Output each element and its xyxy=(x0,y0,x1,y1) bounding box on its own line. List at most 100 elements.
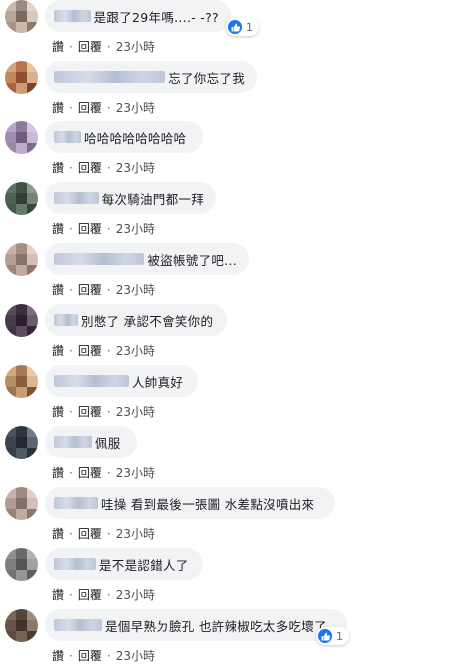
separator-dot: · xyxy=(69,40,73,54)
like-link[interactable]: 讚 xyxy=(52,649,64,663)
commenter-avatar[interactable] xyxy=(5,243,38,276)
separator-dot: · xyxy=(106,222,111,236)
like-link[interactable]: 讚 xyxy=(52,222,64,236)
commenter-avatar[interactable] xyxy=(5,426,38,459)
reply-link[interactable]: 回覆 xyxy=(78,161,102,175)
commenter-name-blurred[interactable] xyxy=(54,558,96,570)
commenter-name-blurred[interactable] xyxy=(54,619,102,631)
comment-actions: 讚 · 回覆 · 23小時 xyxy=(52,38,155,55)
comment-bubble: 別憋了 承認不會笑你的 xyxy=(45,304,227,336)
commenter-avatar[interactable] xyxy=(5,304,38,337)
commenter-avatar[interactable] xyxy=(5,121,38,154)
reply-link[interactable]: 回覆 xyxy=(78,649,102,663)
comment-item: 是跟了29年嗎....- -?? 1 讚 · 回覆 · 23小時 xyxy=(0,0,475,61)
comment-bubble: 每次騎油門都一拜 xyxy=(45,182,216,214)
separator-dot: · xyxy=(69,101,73,115)
reply-link[interactable]: 回覆 xyxy=(78,405,102,419)
reply-link[interactable]: 回覆 xyxy=(78,466,102,480)
comment-text: 人帥真好 xyxy=(132,374,184,390)
comment-actions: 讚 · 回覆 · 23小時 xyxy=(52,220,155,237)
reply-link[interactable]: 回覆 xyxy=(78,588,102,602)
reply-link[interactable]: 回覆 xyxy=(78,40,102,54)
separator-dot: · xyxy=(106,649,111,663)
commenter-avatar[interactable] xyxy=(5,0,38,33)
commenter-avatar[interactable] xyxy=(5,61,38,94)
comment-timestamp[interactable]: 23小時 xyxy=(116,40,155,54)
comment-actions: 讚 · 回覆 · 23小時 xyxy=(52,281,155,298)
comment-timestamp[interactable]: 23小時 xyxy=(116,161,155,175)
commenter-name-blurred[interactable] xyxy=(54,253,145,265)
comment-timestamp[interactable]: 23小時 xyxy=(116,222,155,236)
separator-dot: · xyxy=(106,405,111,419)
commenter-avatar[interactable] xyxy=(5,487,38,520)
comment-actions: 讚 · 回覆 · 23小時 xyxy=(52,159,155,176)
comment-item: 是個早熟ㄉ臉孔 也許辣椒吃太多吃壞了 1 讚 · 回覆 · 23小時 xyxy=(0,609,475,664)
like-icon xyxy=(228,20,242,34)
separator-dot: · xyxy=(106,161,111,175)
separator-dot: · xyxy=(106,283,111,297)
like-link[interactable]: 讚 xyxy=(52,344,64,358)
reaction-count: 1 xyxy=(246,20,253,34)
separator-dot: · xyxy=(106,466,111,480)
commenter-name-blurred[interactable] xyxy=(54,497,98,509)
like-link[interactable]: 讚 xyxy=(52,405,64,419)
reply-link[interactable]: 回覆 xyxy=(78,527,102,541)
commenter-name-blurred[interactable] xyxy=(54,192,99,204)
comment-bubble: 是跟了29年嗎....- -?? xyxy=(45,0,231,32)
reaction-badge[interactable]: 1 xyxy=(316,627,349,645)
commenter-name-blurred[interactable] xyxy=(54,71,166,83)
commenter-name-blurred[interactable] xyxy=(54,131,81,143)
comment-bubble: 是個早熟ㄉ臉孔 也許辣椒吃太多吃壞了 xyxy=(45,609,347,641)
reply-link[interactable]: 回覆 xyxy=(78,222,102,236)
comment-timestamp[interactable]: 23小時 xyxy=(116,466,155,480)
commenter-name-blurred[interactable] xyxy=(54,375,129,387)
comment-timestamp[interactable]: 23小時 xyxy=(116,283,155,297)
like-link[interactable]: 讚 xyxy=(52,588,64,602)
separator-dot: · xyxy=(69,405,73,419)
commenter-name-blurred[interactable] xyxy=(54,314,78,326)
comment-timestamp[interactable]: 23小時 xyxy=(116,405,155,419)
comment-timestamp[interactable]: 23小時 xyxy=(116,527,155,541)
commenter-avatar[interactable] xyxy=(5,548,38,581)
commenter-avatar[interactable] xyxy=(5,365,38,398)
reply-link[interactable]: 回覆 xyxy=(78,101,102,115)
like-link[interactable]: 讚 xyxy=(52,101,64,115)
comment-actions: 讚 · 回覆 · 23小時 xyxy=(52,647,155,664)
like-link[interactable]: 讚 xyxy=(52,283,64,297)
like-icon xyxy=(318,629,332,643)
separator-dot: · xyxy=(69,283,73,297)
comment-text: 是個早熟ㄉ臉孔 也許辣椒吃太多吃壞了 xyxy=(105,618,327,634)
comment-timestamp[interactable]: 23小時 xyxy=(116,588,155,602)
like-link[interactable]: 讚 xyxy=(52,466,64,480)
comment-text: 哈哈哈哈哈哈哈哈 xyxy=(84,130,187,146)
like-link[interactable]: 讚 xyxy=(52,161,64,175)
comment-text: 佩服 xyxy=(95,435,121,451)
comment-timestamp[interactable]: 23小時 xyxy=(116,649,155,663)
comment-item: 哇操 看到最後一張圖 水差點沒噴出來讚 · 回覆 · 23小時 xyxy=(0,487,475,548)
like-link[interactable]: 讚 xyxy=(52,527,64,541)
commenter-name-blurred[interactable] xyxy=(54,10,91,22)
commenter-avatar[interactable] xyxy=(5,609,38,642)
reply-link[interactable]: 回覆 xyxy=(78,283,102,297)
separator-dot: · xyxy=(106,588,111,602)
comment-actions: 讚 · 回覆 · 23小時 xyxy=(52,99,155,116)
comment-timestamp[interactable]: 23小時 xyxy=(116,344,155,358)
comment-item: 哈哈哈哈哈哈哈哈讚 · 回覆 · 23小時 xyxy=(0,121,475,182)
separator-dot: · xyxy=(106,101,111,115)
comment-bubble: 哈哈哈哈哈哈哈哈 xyxy=(45,121,203,153)
comment-bubble: 是不是認錯人了 xyxy=(45,548,203,580)
like-link[interactable]: 讚 xyxy=(52,40,64,54)
comment-text: 忘了你忘了我 xyxy=(168,70,245,86)
comment-text: 每次騎油門都一拜 xyxy=(101,191,204,207)
comment-item: 人帥真好讚 · 回覆 · 23小時 xyxy=(0,365,475,426)
separator-dot: · xyxy=(106,40,111,54)
reply-link[interactable]: 回覆 xyxy=(78,344,102,358)
commenter-name-blurred[interactable] xyxy=(54,436,92,448)
comment-actions: 讚 · 回覆 · 23小時 xyxy=(52,525,155,542)
comment-timestamp[interactable]: 23小時 xyxy=(116,101,155,115)
commenter-avatar[interactable] xyxy=(5,182,38,215)
comment-bubble: 佩服 xyxy=(45,426,137,458)
separator-dot: · xyxy=(69,344,73,358)
separator-dot: · xyxy=(69,161,73,175)
reaction-badge[interactable]: 1 xyxy=(226,18,259,36)
